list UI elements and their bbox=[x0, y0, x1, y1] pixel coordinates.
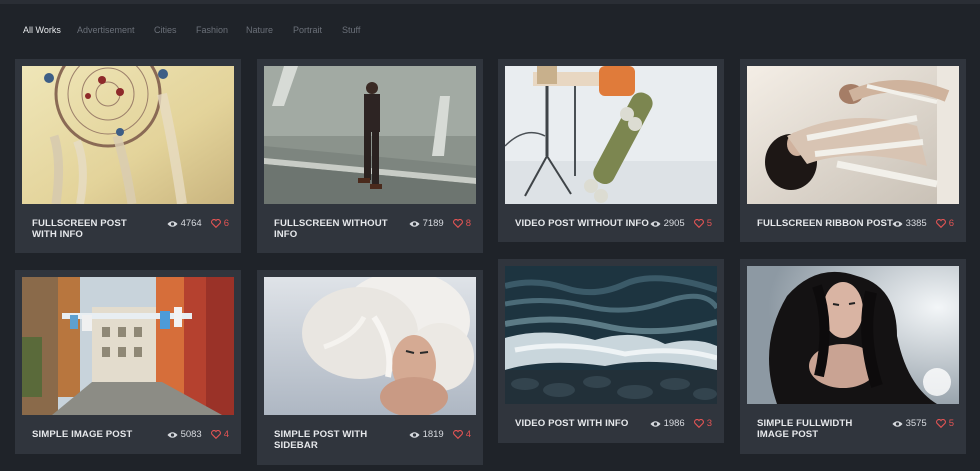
like-count: 8 bbox=[465, 218, 471, 229]
post-thumbnail[interactable] bbox=[264, 277, 476, 415]
like-count: 6 bbox=[223, 218, 229, 229]
heart-icon[interactable] bbox=[935, 419, 946, 428]
post-card[interactable]: FULLSCREEN RIBBON POST 3385 6 bbox=[740, 59, 966, 242]
post-stats: 3385 6 bbox=[892, 218, 954, 229]
post-title[interactable]: FULLSCREEN POST WITH INFO bbox=[32, 218, 154, 240]
post-thumbnail[interactable] bbox=[747, 266, 959, 404]
filter-advertisement[interactable]: Advertisement bbox=[77, 25, 135, 35]
eye-icon bbox=[409, 220, 420, 227]
view-count: 4764 bbox=[180, 218, 202, 229]
post-title[interactable]: SIMPLE IMAGE POST bbox=[32, 429, 154, 440]
post-thumbnail[interactable] bbox=[505, 266, 717, 404]
post-stats: 1819 4 bbox=[409, 429, 471, 440]
like-count: 4 bbox=[465, 429, 471, 440]
eye-icon bbox=[167, 220, 178, 227]
post-card[interactable]: FULLSCREEN WITHOUT INFO 7189 8 bbox=[257, 59, 483, 253]
post-stats: 5083 4 bbox=[167, 429, 229, 440]
like-count: 4 bbox=[223, 429, 229, 440]
eye-icon bbox=[892, 220, 903, 227]
view-count: 1986 bbox=[663, 418, 685, 429]
post-card[interactable]: SIMPLE IMAGE POST 5083 4 bbox=[15, 270, 241, 454]
post-card[interactable]: SIMPLE POST WITH SIDEBAR 1819 4 bbox=[257, 270, 483, 465]
post-card[interactable]: FULLSCREEN POST WITH INFO 4764 6 bbox=[15, 59, 241, 253]
like-count: 6 bbox=[948, 218, 954, 229]
post-title[interactable]: FULLSCREEN RIBBON POST bbox=[757, 218, 907, 229]
view-count: 5083 bbox=[180, 429, 202, 440]
post-thumbnail[interactable] bbox=[747, 66, 959, 204]
post-card[interactable]: VIDEO POST WITH INFO 1986 3 bbox=[498, 259, 724, 443]
filter-nature[interactable]: Nature bbox=[246, 25, 273, 35]
heart-icon[interactable] bbox=[693, 419, 704, 428]
heart-icon[interactable] bbox=[935, 219, 946, 228]
post-thumbnail[interactable] bbox=[22, 277, 234, 415]
post-thumbnail[interactable] bbox=[264, 66, 476, 204]
post-thumbnail[interactable] bbox=[505, 66, 717, 204]
eye-icon bbox=[892, 420, 903, 427]
heart-icon[interactable] bbox=[452, 219, 463, 228]
view-count: 3385 bbox=[905, 218, 927, 229]
like-count: 3 bbox=[706, 418, 712, 429]
post-stats: 3575 5 bbox=[892, 418, 954, 429]
view-count: 7189 bbox=[422, 218, 444, 229]
post-title[interactable]: SIMPLE POST WITH SIDEBAR bbox=[274, 429, 396, 451]
like-count: 5 bbox=[948, 418, 954, 429]
heart-icon[interactable] bbox=[693, 219, 704, 228]
post-thumbnail[interactable] bbox=[22, 66, 234, 204]
post-title[interactable]: VIDEO POST WITH INFO bbox=[515, 418, 665, 429]
post-stats: 7189 8 bbox=[409, 218, 471, 229]
post-card[interactable]: SIMPLE FULLWIDTH IMAGE POST 3575 5 bbox=[740, 259, 966, 454]
view-count: 3575 bbox=[905, 418, 927, 429]
filter-all-works[interactable]: All Works bbox=[23, 25, 61, 35]
filter-portrait[interactable]: Portrait bbox=[293, 25, 322, 35]
heart-icon[interactable] bbox=[210, 430, 221, 439]
filter-stuff[interactable]: Stuff bbox=[342, 25, 360, 35]
eye-icon bbox=[650, 220, 661, 227]
filter-cities[interactable]: Cities bbox=[154, 25, 177, 35]
top-divider bbox=[0, 0, 980, 4]
post-title[interactable]: VIDEO POST WITHOUT INFO bbox=[515, 218, 665, 229]
eye-icon bbox=[409, 431, 420, 438]
eye-icon bbox=[650, 420, 661, 427]
heart-icon[interactable] bbox=[452, 430, 463, 439]
view-count: 2905 bbox=[663, 218, 685, 229]
post-title[interactable]: SIMPLE FULLWIDTH IMAGE POST bbox=[757, 418, 885, 440]
post-title[interactable]: FULLSCREEN WITHOUT INFO bbox=[274, 218, 396, 240]
post-stats: 1986 3 bbox=[650, 418, 712, 429]
post-card[interactable]: VIDEO POST WITHOUT INFO 2905 5 bbox=[498, 59, 724, 242]
filter-fashion[interactable]: Fashion bbox=[196, 25, 228, 35]
view-count: 1819 bbox=[422, 429, 444, 440]
heart-icon[interactable] bbox=[210, 219, 221, 228]
post-stats: 4764 6 bbox=[167, 218, 229, 229]
like-count: 5 bbox=[706, 218, 712, 229]
eye-icon bbox=[167, 431, 178, 438]
post-stats: 2905 5 bbox=[650, 218, 712, 229]
